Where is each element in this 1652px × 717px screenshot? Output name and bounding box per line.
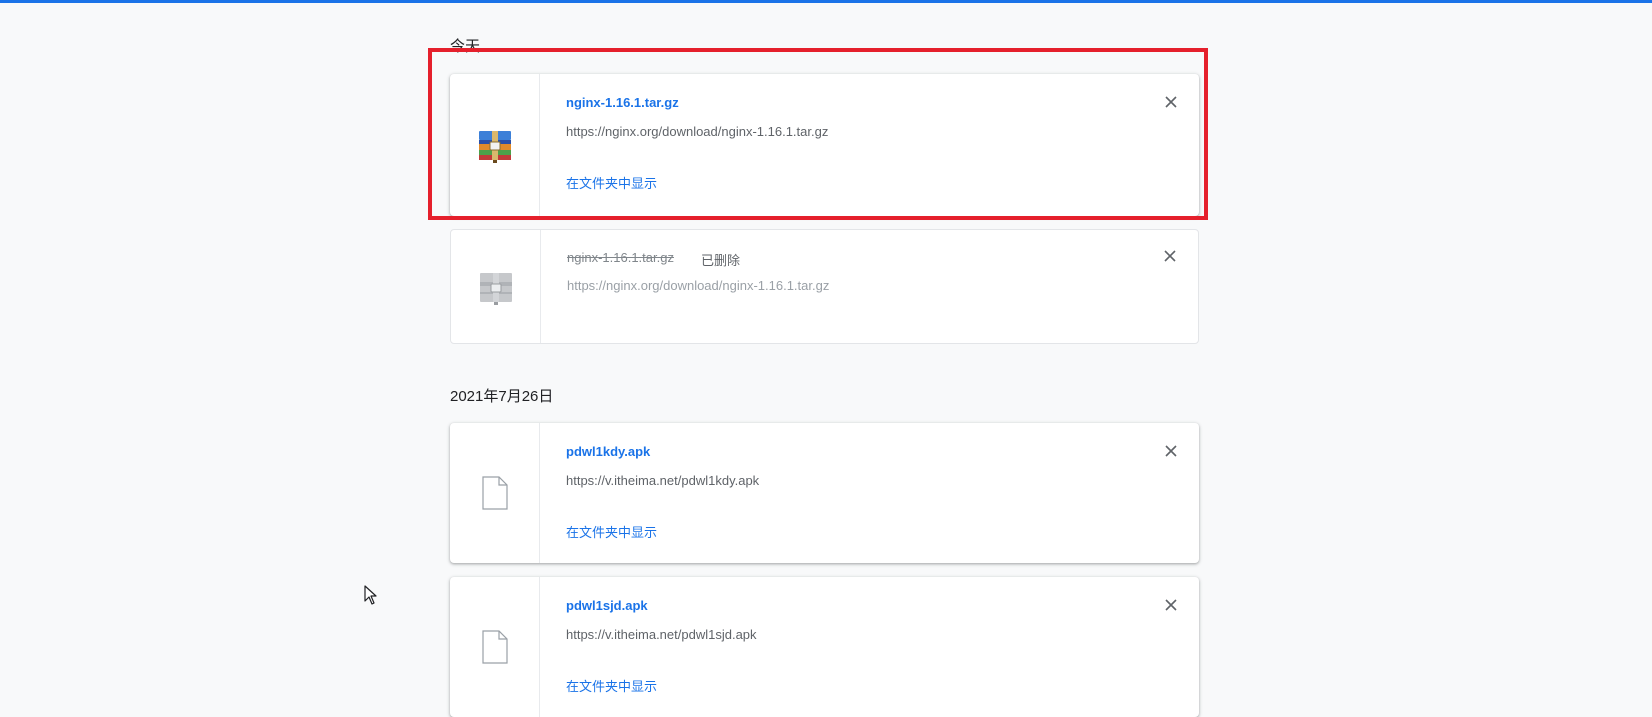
file-icon-area xyxy=(450,577,540,717)
top-accent-bar xyxy=(0,0,1652,3)
remove-download-button[interactable] xyxy=(1160,246,1180,266)
close-icon xyxy=(1164,250,1176,262)
file-icon-area xyxy=(450,74,540,216)
file-icon-area xyxy=(450,423,540,563)
archive-icon xyxy=(478,131,511,163)
download-item: pdwl1kdy.apk https://v.itheima.net/pdwl1… xyxy=(450,423,1199,563)
download-item: pdwl1sjd.apk https://v.itheima.net/pdwl1… xyxy=(450,577,1199,717)
archive-icon-gray xyxy=(479,272,512,305)
download-url: https://nginx.org/download/nginx-1.16.1.… xyxy=(566,124,829,139)
download-url: https://v.itheima.net/pdwl1kdy.apk xyxy=(566,473,760,488)
download-filename-link[interactable]: nginx-1.16.1.tar.gz xyxy=(566,95,679,110)
close-icon xyxy=(1165,599,1177,611)
show-in-folder-link[interactable]: 在文件夹中显示 xyxy=(566,173,657,192)
section-title-date: 2021年7月26日 xyxy=(450,388,554,405)
file-icon xyxy=(481,630,508,664)
mouse-cursor-icon xyxy=(364,585,378,610)
close-icon xyxy=(1165,96,1177,108)
section-title-today: 今天 xyxy=(450,38,481,55)
close-icon xyxy=(1165,445,1177,457)
file-icon-area xyxy=(451,230,541,343)
remove-download-button[interactable] xyxy=(1161,441,1181,461)
download-url: https://nginx.org/download/nginx-1.16.1.… xyxy=(567,278,830,293)
download-item: nginx-1.16.1.tar.gz https://nginx.org/do… xyxy=(450,74,1199,216)
show-in-folder-link[interactable]: 在文件夹中显示 xyxy=(566,522,657,541)
download-item-deleted: nginx-1.16.1.tar.gz 已删除 https://nginx.or… xyxy=(450,229,1199,344)
download-filename-deleted: nginx-1.16.1.tar.gz xyxy=(567,250,674,265)
download-filename-link[interactable]: pdwl1sjd.apk xyxy=(566,598,648,613)
download-url: https://v.itheima.net/pdwl1sjd.apk xyxy=(566,627,757,642)
file-icon xyxy=(481,476,508,510)
download-filename-link[interactable]: pdwl1kdy.apk xyxy=(566,444,650,459)
remove-download-button[interactable] xyxy=(1161,595,1181,615)
deleted-status-label: 已删除 xyxy=(701,253,741,268)
remove-download-button[interactable] xyxy=(1161,92,1181,112)
show-in-folder-link[interactable]: 在文件夹中显示 xyxy=(566,676,657,695)
